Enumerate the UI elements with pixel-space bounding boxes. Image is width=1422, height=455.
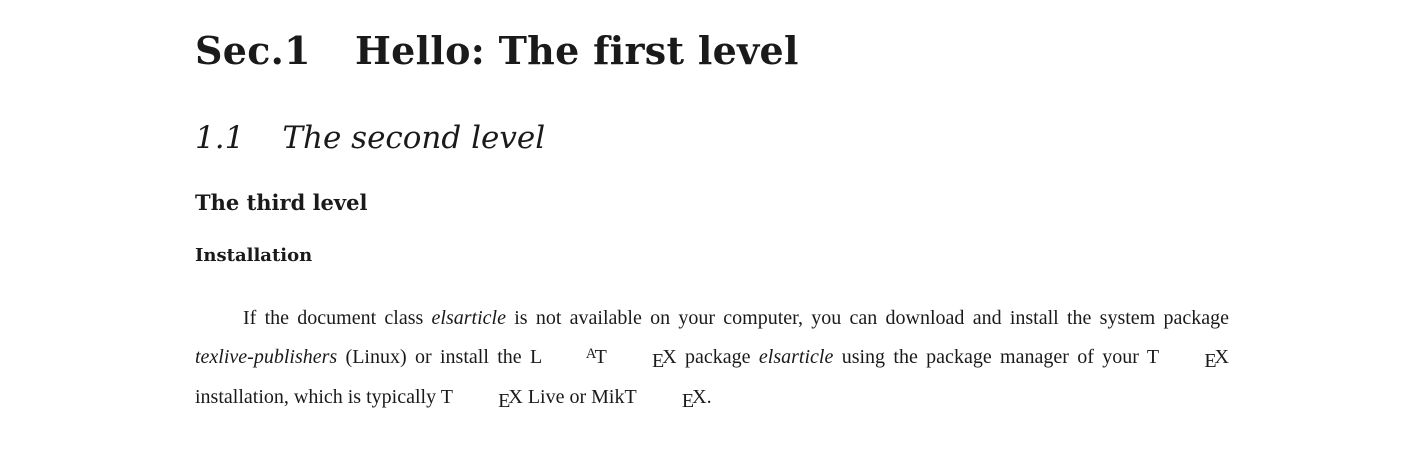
body-paragraph: If the document class elsarticle is not …: [195, 299, 1229, 417]
subsection-heading: 1.1 The second level: [195, 118, 545, 158]
paragraph-heading: Installation: [195, 245, 313, 266]
logo-letter: E: [652, 349, 665, 372]
emphasis-elsarticle: elsarticle: [431, 307, 506, 329]
body-text-run: If the document class: [243, 307, 432, 329]
subsection-number: 1.1: [195, 120, 245, 156]
tex-logo: T EX: [441, 386, 523, 412]
body-text-run: package: [676, 345, 759, 368]
section-number: Sec.1: [195, 28, 311, 73]
latex-logo: L AT EX: [530, 345, 677, 372]
tex-logo: T EX: [1147, 345, 1229, 372]
logo-letter: E: [1204, 349, 1217, 372]
subsection-title: The second level: [282, 120, 546, 156]
logo-letter: E: [681, 390, 695, 413]
body-text-run: is not available on your computer, you c…: [505, 307, 1229, 329]
logo-letter: E: [498, 390, 511, 413]
logo-letter: A: [585, 345, 597, 362]
logo-letter: X: [692, 386, 707, 408]
section-heading: Sec.1 Hello: The first level: [195, 28, 799, 74]
body-text-run: using the package manager of your: [833, 345, 1147, 368]
body-text-run: (Linux) or install the: [337, 345, 531, 368]
body-text-run: .: [706, 386, 712, 408]
logo-letter: X: [662, 345, 677, 368]
logo-letter: X: [1214, 345, 1229, 368]
logo-letter: X: [508, 386, 523, 408]
body-text-run: Live or Mik: [522, 386, 625, 408]
emphasis-texlive-publishers: texlive-publishers: [195, 345, 338, 368]
subsubsection-heading: The third level: [195, 190, 368, 215]
emphasis-elsarticle: elsarticle: [758, 345, 834, 368]
section-title: Hello: The first level: [354, 28, 799, 73]
body-text-run: installation, which is typically: [195, 386, 441, 408]
tex-logo: T EX: [624, 386, 707, 412]
